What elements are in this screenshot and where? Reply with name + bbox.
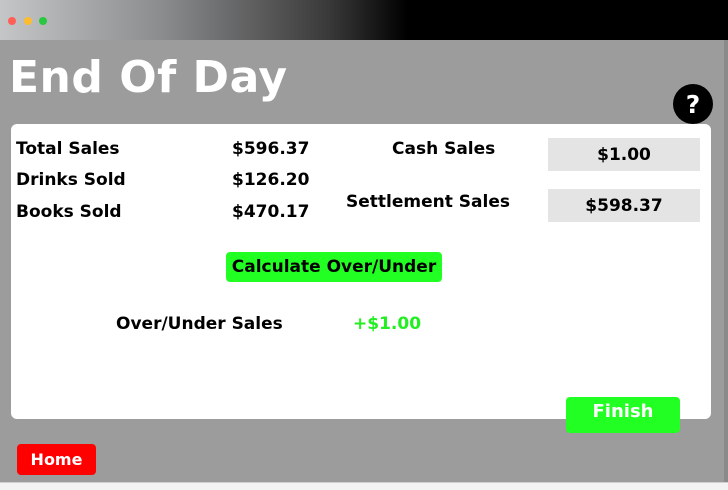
window-titlebar: [0, 0, 728, 40]
drinks-sold-value: $126.20: [232, 170, 310, 190]
drinks-sold-label: Drinks Sold: [16, 170, 126, 190]
home-button[interactable]: Home: [17, 444, 96, 475]
calculate-over-under-button[interactable]: Calculate Over/Under: [226, 252, 442, 282]
books-sold-value: $470.17: [232, 202, 310, 222]
total-sales-label: Total Sales: [16, 139, 120, 159]
bottom-strip: [0, 482, 728, 490]
cash-sales-field[interactable]: $1.00: [548, 138, 700, 171]
total-sales-value: $596.37: [232, 139, 310, 159]
maximize-dot[interactable]: [39, 17, 47, 25]
help-icon[interactable]: ?: [673, 84, 713, 124]
settlement-sales-label: Settlement Sales: [346, 192, 510, 212]
settlement-sales-field[interactable]: $598.37: [548, 189, 700, 222]
books-sold-label: Books Sold: [16, 202, 122, 222]
finish-button[interactable]: Finish: [566, 397, 680, 433]
page-title: End Of Day: [9, 52, 288, 103]
over-under-label: Over/Under Sales: [116, 314, 283, 334]
close-dot[interactable]: [8, 17, 16, 25]
cash-sales-label: Cash Sales: [392, 139, 496, 159]
over-under-value: +$1.00: [353, 314, 422, 334]
window-edge: [724, 40, 728, 482]
minimize-dot[interactable]: [24, 17, 32, 25]
